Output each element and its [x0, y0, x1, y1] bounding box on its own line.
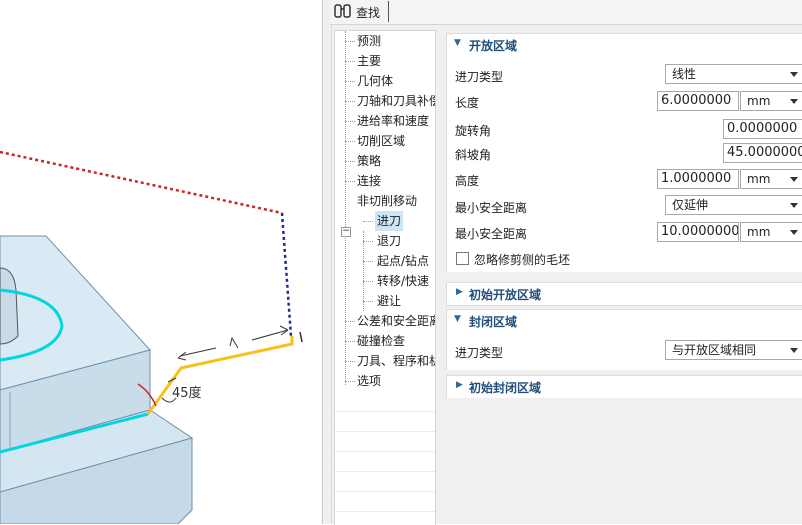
min-clearance-unit-value: mm [747, 225, 771, 239]
open-area-title: 开放区域 [469, 39, 518, 53]
min-clearance-type-dropdown[interactable]: 仅延伸 [665, 195, 802, 215]
tree-item-prediction[interactable]: 预测 [335, 31, 435, 51]
blue-feed-path [280, 212, 293, 337]
min-clearance-distance-input[interactable]: 10.0000000 [657, 222, 739, 242]
tree-item-connections[interactable]: 连接 [335, 171, 435, 191]
height-label: 高度 [455, 174, 480, 188]
closed-area-title: 封闭区域 [469, 315, 518, 329]
tree-item-cut-regions[interactable]: 切削区域 [335, 131, 435, 151]
expand-right-icon: ▶ [456, 380, 463, 390]
expand-down-icon: ▼ [454, 314, 461, 324]
closed-area-header[interactable]: ▼ 封闭区域 [446, 309, 802, 333]
tree-item-collision-check[interactable]: 碰撞检查 [335, 331, 435, 351]
expand-down-icon: ▼ [454, 38, 461, 48]
open-area-header[interactable]: ▼ 开放区域 [446, 33, 802, 57]
tree-item-engage[interactable]: 进刀 [335, 211, 435, 231]
binoculars-search-icon[interactable] [333, 2, 353, 20]
closed-entry-type-value: 与开放区域相同 [672, 343, 757, 357]
initial-closed-area-title: 初始封闭区域 [469, 381, 542, 395]
tree-item-main[interactable]: 主要 [335, 51, 435, 71]
initial-open-area-title: 初始开放区域 [469, 288, 542, 302]
search-label: 查找 [356, 6, 381, 20]
min-clearance-unit-dropdown[interactable]: mm [740, 222, 802, 242]
tree-item-transfer-rapid[interactable]: 转移/快速 [335, 271, 435, 291]
min-clearance-distance-label: 最小安全距离 [455, 227, 528, 241]
rotation-angle-input[interactable]: 0.0000000 [723, 119, 802, 139]
chevron-down-icon [790, 348, 798, 353]
entry-type-dropdown[interactable]: 线性 [665, 64, 802, 84]
length-input[interactable]: 6.0000000 [657, 91, 739, 111]
height-unit-value: mm [747, 172, 771, 186]
tree-item-tool-axis[interactable]: 刀轴和刀具补偿 [335, 91, 435, 111]
tree-item-retract[interactable]: 退刀 [335, 231, 435, 251]
chevron-down-icon [790, 72, 798, 77]
tree-item-tool-program-machine[interactable]: 刀具、程序和机床 [335, 351, 435, 371]
chevron-down-icon [790, 177, 798, 182]
search-bar: 查找 [330, 0, 802, 25]
tree-item-options[interactable]: 选项 [335, 371, 435, 391]
ignore-trim-checkbox[interactable] [456, 252, 469, 265]
ramp-angle-label: 斜坡角 [455, 148, 492, 162]
graphics-viewport[interactable]: 45度 [0, 0, 322, 524]
min-clearance-type-label: 最小安全距离 [455, 201, 528, 215]
tree-item-non-cutting-moves[interactable]: 非切削移动 [335, 191, 435, 211]
entry-type-value: 线性 [672, 67, 697, 81]
tree-item-geometry[interactable]: 几何体 [335, 71, 435, 91]
tree-item-feeds-speeds[interactable]: 进给率和速度 [335, 111, 435, 131]
min-clearance-type-value: 仅延伸 [672, 198, 709, 212]
chevron-down-icon [790, 99, 798, 104]
entry-type-label: 进刀类型 [455, 70, 504, 84]
part-model-drawing: 45度 [0, 150, 303, 524]
red-rapid-path [0, 150, 283, 215]
expand-right-icon: ▶ [456, 287, 463, 297]
length-label: 长度 [455, 96, 480, 110]
tree-item-start-drill-points[interactable]: 起点/钻点 [335, 251, 435, 271]
closed-entry-type-label: 进刀类型 [455, 346, 504, 360]
initial-open-area-header[interactable]: ▶ 初始开放区域 [446, 282, 802, 306]
chevron-down-icon [790, 230, 798, 235]
height-input[interactable]: 1.0000000 [657, 169, 739, 189]
closed-area-body: 进刀类型 与开放区域相同 [446, 332, 802, 370]
tree-item-avoidance[interactable]: 避让 [335, 291, 435, 311]
rotation-angle-label: 旋转角 [455, 124, 492, 138]
initial-closed-area-header[interactable]: ▶ 初始封闭区域 [446, 375, 802, 399]
search-input[interactable] [388, 1, 798, 22]
length-unit-dropdown[interactable]: mm [740, 91, 802, 111]
angle-label: 45度 [172, 385, 202, 401]
parameter-tree: − 预测 主要 几何体 刀轴和刀具补偿 进给率和速度 切削区域 策略 连接 非切… [334, 30, 436, 525]
tree-item-tolerances[interactable]: 公差和安全距离 [335, 311, 435, 331]
chevron-down-icon [790, 203, 798, 208]
ignore-trim-label: 忽略修剪侧的毛坯 [474, 253, 571, 267]
open-area-body: 进刀类型 线性 长度 6.0000000 mm 旋转角 0.0000000 斜坡… [446, 56, 802, 272]
ramp-angle-input[interactable]: 45.0000000 [723, 143, 802, 163]
dialog-empty-area [446, 398, 802, 524]
height-unit-dropdown[interactable]: mm [740, 169, 802, 189]
closed-entry-type-dropdown[interactable]: 与开放区域相同 [665, 340, 802, 360]
pane-splitter[interactable] [322, 0, 332, 524]
length-unit-value: mm [747, 94, 771, 108]
tree-item-strategy[interactable]: 策略 [335, 151, 435, 171]
